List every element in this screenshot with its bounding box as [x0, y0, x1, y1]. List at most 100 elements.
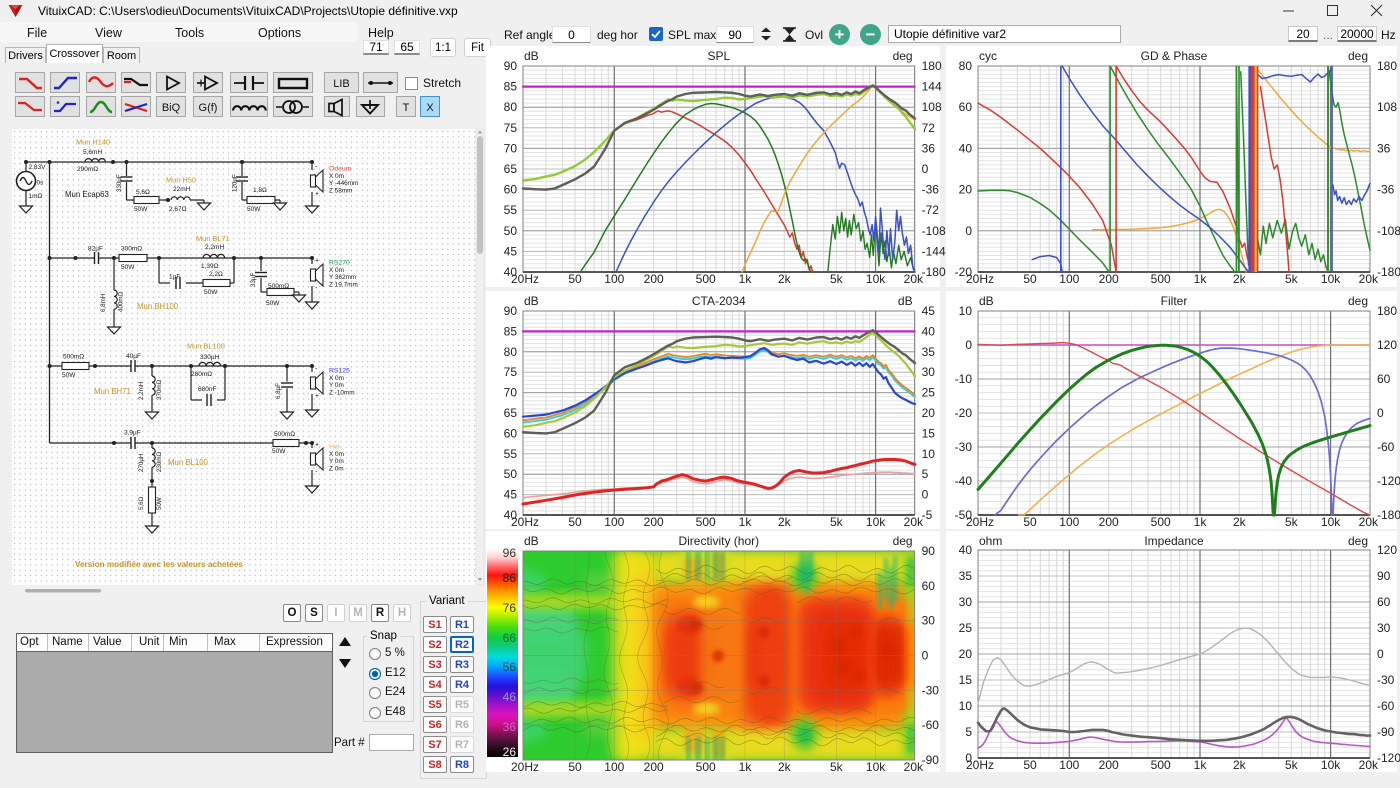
svg-text:50: 50 — [1023, 758, 1037, 772]
svg-text:-90: -90 — [1377, 725, 1395, 739]
svg-text:-36: -36 — [922, 183, 940, 197]
svg-text:10k: 10k — [1321, 272, 1341, 286]
svg-text:-30: -30 — [922, 683, 940, 697]
svg-text:500: 500 — [1151, 272, 1171, 286]
svg-text:80: 80 — [504, 100, 518, 114]
svg-text:SPL: SPL — [707, 49, 730, 63]
svg-text:20Hz: 20Hz — [966, 515, 994, 529]
svg-text:20Hz: 20Hz — [511, 515, 539, 529]
svg-text:76: 76 — [503, 601, 517, 615]
svg-text:500: 500 — [1151, 515, 1171, 529]
svg-text:20k: 20k — [904, 272, 924, 286]
svg-text:10k: 10k — [1321, 515, 1341, 529]
svg-text:90: 90 — [504, 59, 518, 73]
svg-text:55: 55 — [504, 447, 518, 461]
svg-text:70: 70 — [504, 141, 518, 155]
svg-text:0: 0 — [922, 488, 929, 502]
svg-text:-180: -180 — [1377, 508, 1400, 522]
svg-text:CTA-2034: CTA-2034 — [692, 294, 746, 308]
svg-text:200: 200 — [644, 515, 664, 529]
svg-text:dB: dB — [524, 534, 539, 548]
svg-text:1k: 1k — [739, 515, 753, 529]
svg-text:50: 50 — [568, 272, 582, 286]
svg-text:90: 90 — [504, 304, 518, 318]
svg-text:180: 180 — [1377, 304, 1397, 318]
svg-text:80: 80 — [959, 59, 973, 73]
svg-text:36: 36 — [1377, 141, 1391, 155]
svg-text:5k: 5k — [830, 760, 844, 774]
svg-text:66: 66 — [503, 631, 517, 645]
svg-text:100: 100 — [604, 515, 624, 529]
svg-text:2k: 2k — [778, 515, 792, 529]
svg-text:56: 56 — [503, 660, 517, 674]
svg-text:10k: 10k — [866, 515, 886, 529]
svg-text:5k: 5k — [1285, 758, 1299, 772]
svg-text:144: 144 — [922, 80, 942, 94]
svg-text:50: 50 — [1023, 515, 1037, 529]
svg-text:20: 20 — [922, 406, 936, 420]
svg-text:200: 200 — [644, 272, 664, 286]
svg-text:20k: 20k — [1359, 515, 1379, 529]
svg-text:15: 15 — [922, 426, 936, 440]
svg-text:-108: -108 — [1377, 224, 1400, 238]
svg-text:1k: 1k — [1194, 515, 1208, 529]
svg-text:35: 35 — [922, 345, 936, 359]
svg-text:-90: -90 — [922, 753, 940, 767]
svg-text:-60: -60 — [922, 718, 940, 732]
svg-text:-60: -60 — [1377, 440, 1395, 454]
svg-text:deg: deg — [893, 534, 913, 548]
svg-text:20Hz: 20Hz — [511, 760, 539, 774]
svg-text:25: 25 — [959, 621, 973, 635]
svg-text:36: 36 — [922, 141, 936, 155]
svg-text:-5: -5 — [922, 508, 933, 522]
svg-text:dB: dB — [898, 294, 913, 308]
svg-text:500: 500 — [696, 272, 716, 286]
svg-text:65: 65 — [504, 406, 518, 420]
svg-text:0: 0 — [1377, 406, 1384, 420]
svg-text:20Hz: 20Hz — [966, 758, 994, 772]
svg-text:-120: -120 — [1377, 751, 1400, 765]
svg-text:20k: 20k — [1359, 758, 1379, 772]
svg-text:50: 50 — [568, 760, 582, 774]
svg-text:46: 46 — [503, 690, 517, 704]
svg-text:86: 86 — [503, 571, 517, 585]
svg-text:-30: -30 — [955, 440, 973, 454]
svg-text:Impedance: Impedance — [1144, 534, 1204, 548]
svg-text:Directivity (hor): Directivity (hor) — [678, 534, 759, 548]
svg-text:Filter: Filter — [1161, 294, 1188, 308]
svg-text:20: 20 — [959, 647, 973, 661]
svg-text:-180: -180 — [1377, 265, 1400, 279]
svg-text:200: 200 — [1099, 272, 1119, 286]
svg-text:20Hz: 20Hz — [511, 272, 539, 286]
svg-text:1k: 1k — [739, 760, 753, 774]
svg-text:0: 0 — [922, 649, 929, 663]
svg-text:10k: 10k — [866, 272, 886, 286]
svg-text:2k: 2k — [778, 760, 792, 774]
svg-text:10k: 10k — [1321, 758, 1341, 772]
svg-text:85: 85 — [504, 324, 518, 338]
svg-text:1k: 1k — [739, 272, 753, 286]
svg-text:10: 10 — [959, 304, 973, 318]
svg-text:-40: -40 — [955, 474, 973, 488]
svg-text:10: 10 — [922, 447, 936, 461]
svg-text:5k: 5k — [1285, 515, 1299, 529]
svg-text:45: 45 — [922, 304, 936, 318]
svg-text:10k: 10k — [866, 760, 886, 774]
svg-text:0: 0 — [965, 224, 972, 238]
svg-text:0: 0 — [1377, 647, 1384, 661]
svg-text:ohm: ohm — [979, 534, 1002, 548]
svg-text:100: 100 — [604, 760, 624, 774]
svg-text:5k: 5k — [830, 272, 844, 286]
svg-text:40: 40 — [959, 543, 973, 557]
svg-text:30: 30 — [1377, 621, 1391, 635]
svg-text:0: 0 — [965, 338, 972, 352]
svg-text:-30: -30 — [1377, 673, 1395, 687]
svg-text:200: 200 — [1099, 515, 1119, 529]
svg-text:100: 100 — [1059, 272, 1079, 286]
svg-text:60: 60 — [959, 100, 973, 114]
svg-text:60: 60 — [1377, 595, 1391, 609]
svg-text:120: 120 — [1377, 543, 1397, 557]
svg-text:96: 96 — [503, 546, 517, 560]
svg-text:50: 50 — [504, 224, 518, 238]
svg-text:26: 26 — [503, 745, 517, 759]
